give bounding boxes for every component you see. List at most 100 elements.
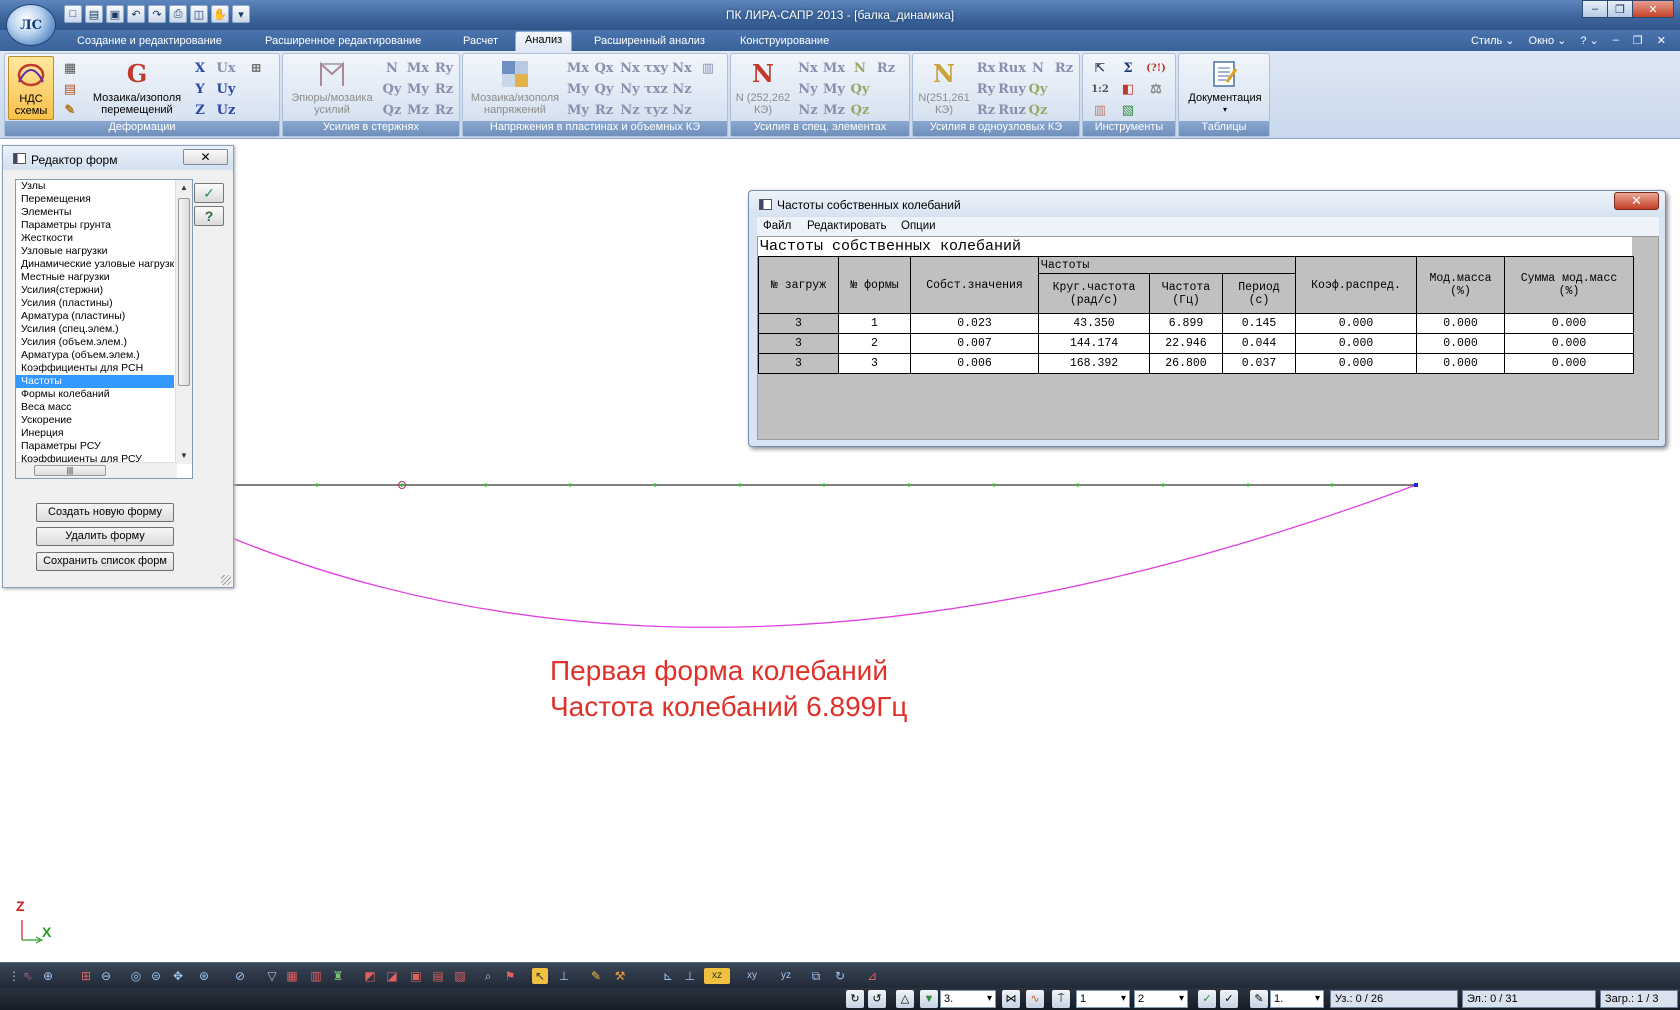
form-list-item[interactable]: Местные нагрузки [16, 271, 174, 284]
pan-icon[interactable]: ⊛ [196, 968, 212, 984]
projection-icon[interactable]: ⊘ [232, 968, 248, 984]
section-icon[interactable]: ▥ [308, 968, 324, 984]
resize-grip[interactable] [221, 575, 231, 585]
refresh-icon[interactable]: ↻ [846, 990, 864, 1008]
image-tool-icon[interactable]: ▧ [1115, 100, 1141, 121]
form-combo[interactable]: 1 [1076, 990, 1130, 1008]
sym-sn-n[interactable]: N [1025, 58, 1051, 79]
form-list-item[interactable]: Ускорение [16, 414, 174, 427]
create-form-button[interactable]: Создать новую форму [36, 503, 174, 522]
sym-mx[interactable]: Mx [405, 58, 431, 79]
form-list-item[interactable]: Веса масс [16, 401, 174, 414]
ribbon-minimize-icon[interactable]: – [1613, 34, 1619, 47]
form-list[interactable]: Узлы Перемещения Элементы Параметры грунта Ж… [15, 179, 193, 479]
sym-sp-qy[interactable]: Qy [847, 79, 873, 100]
close-icon[interactable]: ✕ [1632, 0, 1674, 18]
rotate-view-icon[interactable]: ↻ [832, 968, 848, 984]
form-list-vscrollbar[interactable]: ▲ ▼ [175, 180, 192, 464]
zoom-out-icon[interactable]: ⊖ [98, 968, 114, 984]
sym-sn-rx[interactable]: Rx [973, 58, 999, 79]
sym-sp-mx[interactable]: Mx [821, 58, 847, 79]
ribbon-restore-icon[interactable]: ❐ [1633, 34, 1643, 47]
sym-sp-my[interactable]: My [821, 79, 847, 100]
scale-icon[interactable]: 1:2 [1087, 79, 1113, 100]
grid-view-icon[interactable]: ▦ [57, 58, 83, 79]
sym-sn-qz[interactable]: Qz [1025, 100, 1051, 121]
find-icon[interactable]: ⌕ [480, 968, 496, 984]
sym-y[interactable]: Y [187, 79, 213, 100]
load-down-icon[interactable]: ▼ [920, 990, 938, 1008]
mosaic-stress-button[interactable]: Мозаика/изополя напряжений [465, 56, 565, 120]
form-list-item[interactable]: Арматура (пластины) [16, 310, 174, 323]
load-case-combo[interactable]: 3. [940, 990, 996, 1008]
mosaic-displacements-button[interactable]: G Мозаика/изополя перемещений [89, 56, 185, 120]
tab-advanced-edit[interactable]: Расширенное редактирование [256, 33, 430, 49]
sym-rz-2[interactable]: Rz [431, 100, 457, 121]
form-list-item[interactable]: Динамические узловые нагрузки [16, 258, 174, 271]
sym-ry[interactable]: Ry [431, 58, 457, 79]
sum-icon[interactable]: Σ [1115, 58, 1141, 79]
show-all-icon[interactable]: ♜ [330, 968, 346, 984]
pencil-icon[interactable]: ✎ [588, 968, 604, 984]
sym-sn-qy[interactable]: Qy [1025, 79, 1051, 100]
zoom-window-icon[interactable]: ◎ [128, 968, 144, 984]
sym-ux[interactable]: Ux [213, 58, 239, 79]
sym-x[interactable]: X [187, 58, 213, 79]
paint-icon[interactable]: ⚒ [612, 968, 628, 984]
tab-calculation[interactable]: Расчет [454, 33, 507, 49]
form-list-item[interactable]: Усилия (объем.элем.) [16, 336, 174, 349]
axes-toggle-icon[interactable]: ⊿ [864, 968, 880, 984]
sym-plate-my[interactable]: My [565, 79, 591, 100]
sym-uy[interactable]: Uy [213, 79, 239, 100]
apply-check-icon[interactable]: ✓ [194, 183, 224, 203]
scale-combo[interactable]: 1. [1270, 990, 1324, 1008]
scroll-up-icon[interactable]: ▲ [176, 180, 192, 196]
sym-qz[interactable]: Qz [379, 100, 405, 121]
menu-options[interactable]: Опции [901, 220, 936, 232]
form-list-item[interactable]: Усилия(стержни) [16, 284, 174, 297]
step-combo[interactable]: 2 [1134, 990, 1188, 1008]
maximize-icon[interactable]: ❐ [1607, 0, 1633, 18]
tab-analysis[interactable]: Анализ [515, 31, 573, 51]
sym-plate-nz[interactable]: Nz [617, 100, 643, 121]
find-flag-icon[interactable]: ⚑ [502, 968, 518, 984]
menu-file[interactable]: Файл [763, 220, 791, 232]
scroll-thumb[interactable] [178, 198, 190, 386]
form-list-item[interactable]: Формы колебаний [16, 388, 174, 401]
sym-sp-rz[interactable]: Rz [873, 58, 899, 79]
sym-plate-tyz[interactable]: τyz [643, 100, 669, 121]
sym-plate-qx[interactable]: Qx [591, 58, 617, 79]
documentation-button[interactable]: Документация ▾ [1181, 56, 1269, 120]
select-tool-icon[interactable]: ⇱ [1087, 58, 1113, 79]
sym-sp-nz[interactable]: Nz [795, 100, 821, 121]
tick-flag-icon[interactable]: ✓ [1220, 990, 1238, 1008]
sym-plate-n1[interactable]: Nx [669, 58, 695, 79]
epure-forces-button[interactable]: Эпюры/мозаика усилий [285, 56, 379, 120]
sym-my[interactable]: My [405, 79, 431, 100]
hscroll-thumb[interactable]: ||| [34, 465, 106, 476]
frequencies-close-icon[interactable]: ✕ [1614, 192, 1659, 210]
sym-sn-ruz[interactable]: Ruz [998, 100, 1026, 121]
color-palette-icon[interactable]: ◧ [1115, 79, 1141, 100]
fragmentation-icon[interactable]: ▦ [284, 968, 300, 984]
form-list-item[interactable]: Перемещения [16, 193, 174, 206]
sym-sn-rz-2[interactable]: Rz [1051, 58, 1077, 79]
sym-sp-qz[interactable]: Qz [847, 100, 873, 121]
triangle-icon[interactable]: △ [896, 990, 914, 1008]
sym-plate-n2[interactable]: Nz [669, 79, 695, 100]
sym-sp-mz[interactable]: Mz [821, 100, 847, 121]
plane-yz-icon[interactable]: yz [776, 968, 796, 984]
isometric-icon[interactable]: ⧉ [808, 968, 824, 984]
zoom-all-icon[interactable]: ⊕ [40, 968, 56, 984]
color-scale-icon[interactable]: ▤ [57, 79, 83, 100]
form-editor-close-icon[interactable]: ✕ [183, 149, 228, 165]
axes-origin-icon[interactable]: ⊥ [682, 968, 698, 984]
form-list-item[interactable]: Параметры грунта [16, 219, 174, 232]
sym-plate-mx[interactable]: Mx [565, 58, 591, 79]
sym-n[interactable]: N [379, 58, 405, 79]
sym-plate-my-2[interactable]: My [565, 100, 591, 121]
sym-plate-n3[interactable]: Nz [669, 100, 695, 121]
form-list-item[interactable]: Элементы [16, 206, 174, 219]
rotate-icon[interactable]: ✥ [170, 968, 186, 984]
nds-scheme-button[interactable]: НДС схемы [8, 56, 54, 120]
